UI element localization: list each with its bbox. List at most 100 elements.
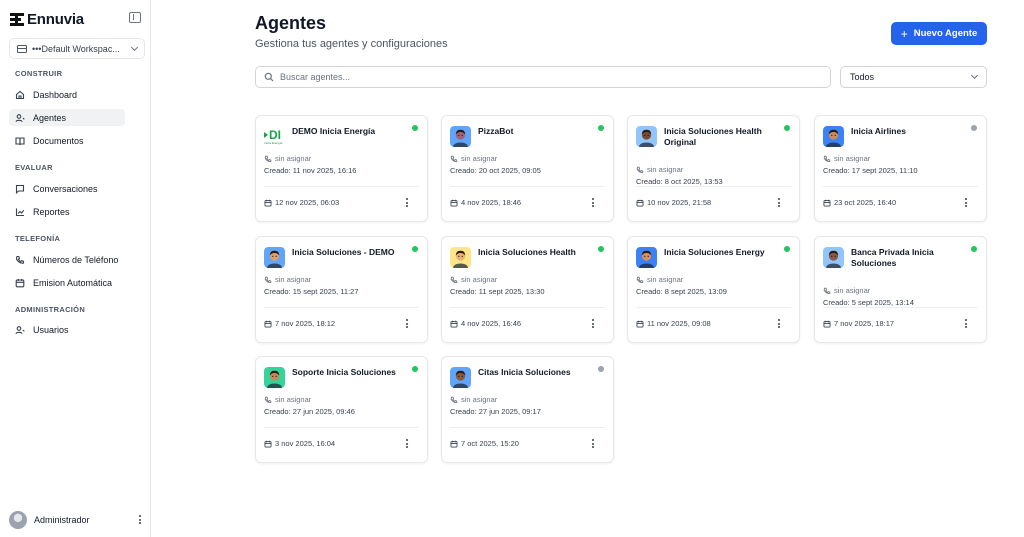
agent-card[interactable]: Banca Privada Inicia Soluciones sin asig… <box>814 236 987 343</box>
status-filter-select[interactable]: Todos <box>840 66 987 88</box>
more-vertical-icon[interactable] <box>404 319 410 329</box>
sidebar-item-documentos[interactable]: Documentos <box>9 132 125 149</box>
sidebar-item-label: Emision Automática <box>33 277 113 288</box>
updated-text: 7 oct 2025, 15:20 <box>461 439 519 448</box>
person-avatar-icon <box>264 247 285 268</box>
agent-card[interactable]: Inicia Soluciones - DEMO sin asignar Cre… <box>255 236 428 343</box>
play-icon <box>264 131 268 138</box>
agent-card[interactable]: Soporte Inicia Soluciones sin asignar Cr… <box>255 356 428 463</box>
more-vertical-icon[interactable] <box>963 198 969 208</box>
calendar-icon <box>823 320 831 327</box>
new-agent-label: Nuevo Agente <box>913 28 978 39</box>
person-avatar-icon <box>636 247 657 268</box>
agent-card[interactable]: Citas Inicia Soluciones sin asignar Crea… <box>441 356 614 463</box>
phone-icon <box>15 255 25 265</box>
calendar-icon <box>15 278 25 288</box>
sidebar-item-reportes[interactable]: Reportes <box>9 203 125 220</box>
updated-date: 23 oct 2025, 16:40 <box>823 198 896 207</box>
agent-avatar <box>264 247 285 268</box>
updated-text: 4 nov 2025, 18:46 <box>461 198 522 207</box>
sidebar-item-numeros[interactable]: Números de Teléfono <box>9 251 125 268</box>
calendar-icon <box>450 199 458 206</box>
card-divider <box>636 307 791 308</box>
created-date: Creado: 20 oct 2025, 09:05 <box>450 166 541 175</box>
ennuvia-logo-icon <box>10 12 24 26</box>
person-avatar-icon <box>264 367 285 388</box>
calendar-icon <box>264 199 272 206</box>
sidebar-item-label: Usuarios <box>33 324 69 335</box>
more-vertical-icon[interactable] <box>404 198 410 208</box>
agent-assignment: sin asignar <box>450 154 497 163</box>
agent-name: Inicia Soluciones Energy <box>664 247 765 257</box>
assignment-text: sin asignar <box>275 154 312 163</box>
card-divider <box>823 307 978 308</box>
status-dot <box>971 246 977 252</box>
workspace-label: •••Default Workspac... <box>32 43 120 54</box>
assignment-text: sin asignar <box>461 275 498 284</box>
logo-subtext: Inicia Energía <box>264 140 283 145</box>
agent-avatar <box>823 247 844 268</box>
workspace-selector[interactable]: •••Default Workspac... <box>9 38 145 59</box>
more-vertical-icon[interactable] <box>590 198 596 208</box>
card-divider <box>450 427 605 428</box>
phone-icon <box>450 276 458 283</box>
more-vertical-icon[interactable] <box>776 198 782 208</box>
collapse-sidebar-icon[interactable] <box>129 12 141 23</box>
created-date: Creado: 27 jun 2025, 09:46 <box>264 407 355 416</box>
agent-card[interactable]: Inicia Airlines sin asignar Creado: 17 s… <box>814 115 987 222</box>
updated-date: 7 oct 2025, 15:20 <box>450 439 519 448</box>
agent-card[interactable]: PizzaBot sin asignar Creado: 20 oct 2025… <box>441 115 614 222</box>
workspace-icon <box>17 44 27 53</box>
more-vertical-icon[interactable] <box>590 319 596 329</box>
status-dot <box>784 125 790 131</box>
search-input[interactable] <box>280 72 822 82</box>
more-vertical-icon[interactable] <box>590 439 596 449</box>
agent-assignment: sin asignar <box>264 395 311 404</box>
sidebar-item-dashboard[interactable]: Dashboard <box>9 86 125 103</box>
updated-date: 12 nov 2025, 06:03 <box>264 198 339 207</box>
status-dot <box>598 366 604 372</box>
agent-avatar <box>450 367 471 388</box>
calendar-icon <box>636 199 644 206</box>
calendar-icon <box>636 320 644 327</box>
assignment-text: sin asignar <box>834 154 871 163</box>
agent-name: Inicia Airlines <box>851 126 906 136</box>
updated-date: 7 nov 2025, 18:12 <box>264 319 335 328</box>
assignment-text: sin asignar <box>647 275 684 284</box>
agent-card[interactable]: Inicia Soluciones Health sin asignar Cre… <box>441 236 614 343</box>
person-avatar-icon <box>450 126 471 147</box>
updated-text: 23 oct 2025, 16:40 <box>834 198 897 207</box>
person-avatar-icon <box>823 126 844 147</box>
created-date: Creado: 17 sept 2025, 11:10 <box>823 166 918 175</box>
status-dot <box>598 125 604 131</box>
agent-name: DEMO Inicia Energía <box>292 126 376 136</box>
phone-icon <box>636 276 644 283</box>
section-title-administracion: ADMINISTRACIÓN <box>15 305 86 314</box>
status-dot <box>598 246 604 252</box>
agent-logo: DI Inicia Energía <box>264 126 285 147</box>
phone-icon <box>264 396 272 403</box>
card-divider <box>823 186 978 187</box>
sidebar-item-usuarios[interactable]: Usuarios <box>9 321 125 338</box>
brand-logo[interactable]: Ennuvia <box>10 10 84 28</box>
more-vertical-icon[interactable] <box>776 319 782 329</box>
plus-icon: + <box>900 26 908 41</box>
sidebar-item-agentes[interactable]: Agentes <box>9 109 125 126</box>
avatar <box>9 510 27 529</box>
calendar-icon <box>264 440 272 447</box>
agent-card[interactable]: Inicia Soluciones Energy sin asignar Cre… <box>627 236 800 343</box>
agent-card[interactable]: Inicia Soluciones Health Original sin as… <box>627 115 800 222</box>
card-divider <box>450 186 605 187</box>
more-vertical-icon[interactable] <box>137 514 143 525</box>
sidebar: Ennuvia •••Default Workspac... CONSTRUIR… <box>0 0 151 537</box>
chevron-down-icon <box>970 71 979 80</box>
agent-card[interactable]: DI Inicia Energía DEMO Inicia Energía si… <box>255 115 428 222</box>
more-vertical-icon[interactable] <box>963 319 969 329</box>
created-date: Creado: 11 nov 2025, 16:16 <box>264 166 357 175</box>
sidebar-item-conversaciones[interactable]: Conversaciones <box>9 180 125 197</box>
user-name: Administrador <box>34 514 90 525</box>
sidebar-item-emision[interactable]: Emision Automática <box>9 274 125 291</box>
user-menu[interactable]: Administrador <box>9 510 143 529</box>
more-vertical-icon[interactable] <box>404 439 410 449</box>
new-agent-button[interactable]: + Nuevo Agente <box>891 22 987 45</box>
